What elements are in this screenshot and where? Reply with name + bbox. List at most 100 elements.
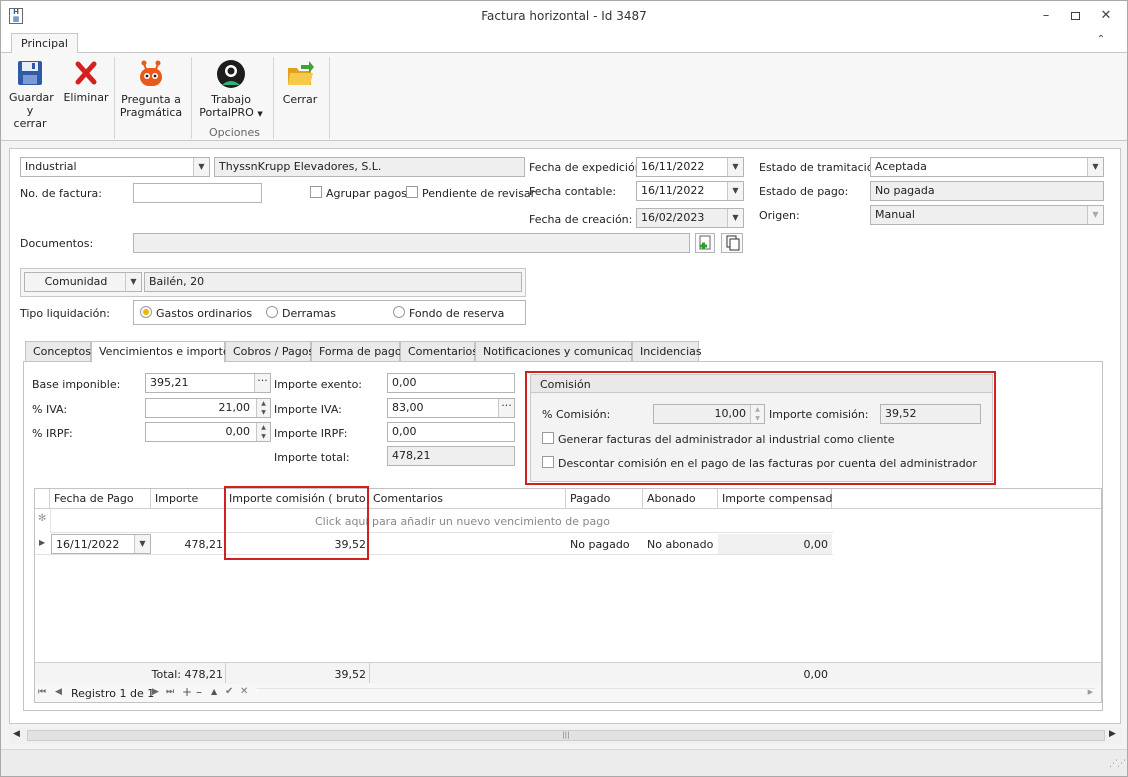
col-importe-compensado[interactable]: Importe compensado [718,489,839,509]
grid-hscrollbar[interactable]: ▶ [257,688,1095,698]
ribbon-separator [273,57,274,139]
save-close-button[interactable]: Guardar y cerrar [9,59,54,130]
nav-prev-button[interactable]: ◀ [55,687,62,697]
tab-comentarios[interactable]: Comentarios [400,341,478,362]
radio-label-derramas: Derramas [282,307,337,320]
close-window-button[interactable]: ✕ [1095,7,1117,25]
footer-compensated-total: 0,00 [803,668,829,681]
nav-edit-button[interactable]: ▲ [211,687,217,696]
row-date-value: 16/11/2022 [56,538,120,551]
issue-date-field[interactable]: 16/11/2022 ▼ [636,157,744,177]
ask-label-1: Pregunta a [121,93,181,106]
invoice-no-label: No. de factura: [20,187,102,200]
tab-incidencias[interactable]: Incidencias [632,341,702,362]
col-fecha-pago[interactable]: Fecha de Pago [50,489,151,509]
iva-label: Importe IVA: [274,403,342,416]
save-label-2: y cerrar [13,104,47,130]
spin-down-icon: ▼ [261,409,266,416]
accounting-date-field[interactable]: 16/11/2022 ▼ [636,181,744,201]
scroll-left-button[interactable]: ◀ [13,729,20,739]
row-date-editor[interactable]: 16/11/2022 ▼ [51,534,151,554]
payment-state-value: No pagada [875,184,935,197]
iva-pct-input[interactable]: 21,00 ▲ ▼ [145,398,271,418]
col-abonado[interactable]: Abonado [643,489,718,509]
scroll-thumb[interactable]: ||| [27,730,1105,741]
community-field[interactable]: Bailén, 20 [144,272,522,292]
tab-cobros-pagos[interactable]: Cobros / Pagos [225,341,314,362]
minimize-button[interactable]: – [1035,7,1057,25]
row-indicator-icon: ▶ [39,538,46,547]
close-label: Cerrar [282,93,318,106]
iva-input[interactable]: 83,00 ··· [387,398,515,418]
invoice-no-input[interactable] [133,183,262,203]
ellipsis-icon: ··· [257,374,268,387]
base-ellipsis-button[interactable]: ··· [254,374,270,392]
col-pagado[interactable]: Pagado [566,489,643,509]
irpf-pct-input[interactable]: 0,00 ▲ ▼ [145,422,271,442]
community-type-dropdown[interactable]: ▼ [125,273,141,291]
exempt-input[interactable]: 0,00 [387,373,515,393]
iva-ellipsis-button[interactable]: ··· [498,399,514,417]
radio-gastos-ordinarios[interactable] [140,306,152,318]
maximize-button[interactable] [1064,7,1086,25]
tab-notificaciones[interactable]: Notificaciones y comunicados [475,341,647,362]
col-comentarios[interactable]: Comentarios [369,489,566,509]
row-date-dropdown[interactable]: ▼ [134,535,150,553]
dropdown-arrow-icon: ▼ [257,110,263,118]
nav-next-button[interactable]: ▶ [152,687,159,697]
irpf-pct-spinner[interactable]: ▲ ▼ [256,423,270,441]
tab-vencimientos[interactable]: Vencimientos e importes [91,341,235,363]
processing-state-dropdown[interactable]: ▼ [1087,158,1103,176]
iva-pct-spinner[interactable]: ▲ ▼ [256,399,270,417]
type-select[interactable]: Industrial ▼ [20,157,210,177]
pending-review-checkbox[interactable] [406,186,418,198]
liquidation-label: Tipo liquidación: [20,307,111,320]
supplier-field[interactable]: ThyssnKrupp Elevadores, S.L. [214,157,525,177]
tab-forma-pago[interactable]: Forma de pago [311,341,402,362]
nav-first-button[interactable]: ⏮ [38,687,46,697]
group-label-opciones: Opciones [209,126,260,139]
collapse-ribbon-button[interactable]: ⌃ [1093,34,1109,50]
processing-state-select[interactable]: Aceptada ▼ [870,157,1104,177]
supplier-value: ThyssnKrupp Elevadores, S.L. [219,160,382,173]
resize-grip-icon[interactable]: ⋰⋰ [1109,759,1126,769]
radio-derramas[interactable] [266,306,278,318]
nav-last-button[interactable]: ⏭ [166,687,174,697]
scroll-right-button[interactable]: ▶ [1109,729,1116,739]
copy-document-button[interactable] [721,233,743,253]
form-hscrollbar[interactable]: ◀ ||| ▶ [9,728,1121,744]
type-dropdown-button[interactable]: ▼ [193,158,209,176]
accounting-date-dropdown[interactable]: ▼ [727,182,743,200]
nav-save-button[interactable]: ✔ [225,686,233,697]
iva-value: 83,00 [392,401,424,414]
radio-fondo-reserva[interactable] [393,306,405,318]
nav-cancel-button[interactable]: ✕ [240,686,248,697]
col-importe[interactable]: Importe [151,489,225,509]
irpf-input[interactable]: 0,00 [387,422,515,442]
group-payments-checkbox[interactable] [310,186,322,198]
add-document-button[interactable] [695,233,715,253]
row-credited: No abonado [647,538,714,551]
cancel-x-icon: ✕ [240,686,249,697]
window-title: Factura horizontal - Id 3487 [481,9,647,23]
issue-date-dropdown[interactable]: ▼ [727,158,743,176]
nav-remove-button[interactable]: – [196,685,202,699]
documents-field[interactable] [133,233,690,253]
footer-divider [369,663,370,683]
community-type-select[interactable]: Comunidad ▼ [24,272,142,292]
community-value: Bailén, 20 [149,275,205,288]
delete-button[interactable]: Eliminar [63,59,109,104]
delete-x-icon [75,61,97,85]
ribbon-tab-strip: Principal ⌃ [1,31,1127,54]
portalpro-work-button[interactable]: Trabajo PortalPRO ▼ [197,59,265,121]
tab-principal[interactable]: Principal [11,33,78,54]
footer-commission-total: 39,52 [334,668,367,681]
tab-conceptos[interactable]: Conceptos [25,341,91,362]
ask-pragmatica-button[interactable]: Pregunta a Pragmática [119,59,183,119]
ribbon-separator [191,57,192,139]
chevron-down-icon: ▼ [732,162,739,171]
close-form-button[interactable]: Cerrar [279,59,321,106]
base-input[interactable]: 395,21 ··· [145,373,271,393]
last-record-icon: ⏭ [166,687,175,697]
nav-add-button[interactable]: + [182,685,192,699]
